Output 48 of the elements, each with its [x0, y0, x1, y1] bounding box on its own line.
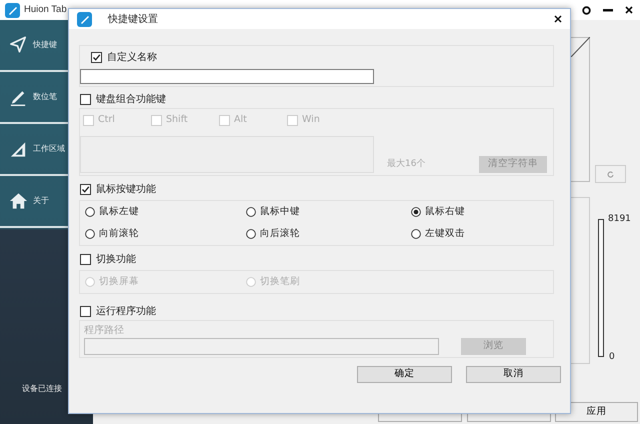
pressure-max: 8191: [608, 213, 631, 226]
radio-label: 切换屏幕: [99, 274, 139, 289]
radio-button[interactable]: [246, 229, 256, 239]
path-label: 程序路径: [84, 324, 125, 338]
settings-icon[interactable]: [582, 6, 591, 14]
checkbox-label: Ctrl: [98, 112, 115, 127]
radio-label: 鼠标中键: [260, 204, 300, 219]
close-icon[interactable]: [625, 6, 633, 14]
radio-label: 切换笔刷: [260, 274, 300, 289]
checkbox[interactable]: [80, 254, 91, 264]
radio-label: 左键双击: [425, 226, 465, 241]
radio-button[interactable]: [411, 229, 421, 239]
app-title: Huion Tab: [24, 2, 67, 17]
dialog-button[interactable]: 取消: [466, 366, 561, 383]
minimize-icon[interactable]: [603, 8, 613, 12]
home-icon: [9, 191, 28, 211]
app-logo-icon: [5, 2, 20, 18]
checkbox-label: 键盘组合功能键: [96, 92, 166, 106]
checkbox-label: Win: [302, 112, 320, 127]
checkbox-label: 自定义名称: [107, 50, 157, 64]
checkbox-label: Shift: [166, 112, 188, 127]
diagonal-line: [571, 37, 590, 57]
radio-label: 鼠标右键: [425, 204, 465, 219]
send-icon: [9, 35, 28, 55]
radio-label: 向前滚轮: [99, 226, 139, 241]
dialog-title: 快捷键设置: [108, 12, 158, 26]
radio-button[interactable]: [85, 229, 95, 239]
close-icon[interactable]: [554, 15, 562, 23]
radio-button[interactable]: [246, 207, 256, 217]
name-field[interactable]: [80, 69, 374, 84]
checkbox[interactable]: [80, 184, 91, 194]
checkbox[interactable]: [80, 306, 91, 316]
checkbox[interactable]: [91, 52, 102, 62]
checkbox-label: 运行程序功能: [96, 304, 156, 318]
checkbox-label: 鼠标按键功能: [96, 182, 156, 196]
connection-status: 设备已连接: [22, 383, 62, 395]
radio-button[interactable]: [85, 207, 95, 217]
app-logo-icon: [77, 12, 92, 26]
checkbox-label: Alt: [234, 112, 247, 127]
radio-label: 向后滚轮: [260, 226, 300, 241]
checkbox-label: 切换功能: [96, 252, 136, 266]
limit-label: 最大16个: [387, 158, 426, 170]
dialog-button[interactable]: 确定: [357, 366, 452, 383]
checkbox[interactable]: [80, 94, 91, 104]
radio-button[interactable]: [411, 207, 421, 217]
radio-label: 鼠标左键: [99, 204, 139, 219]
refresh-icon: [607, 170, 614, 178]
pressure-min: 0: [609, 351, 615, 364]
